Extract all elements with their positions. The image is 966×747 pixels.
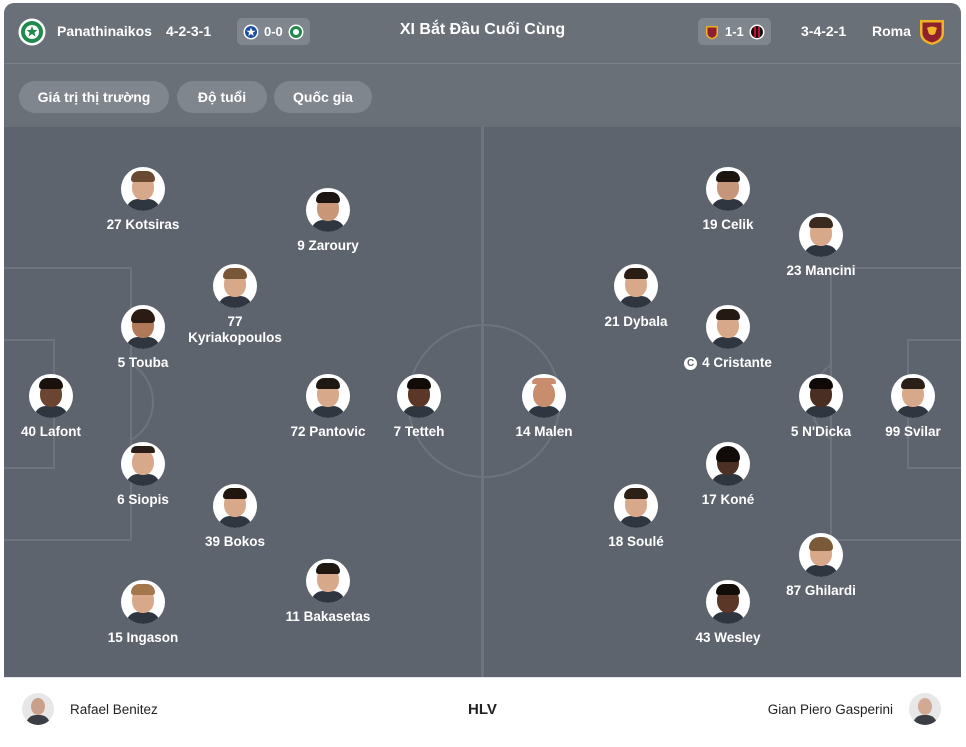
- home-team-name[interactable]: Panathinaikos: [57, 23, 152, 39]
- filter-bar: Giá trị thị trường Độ tuổi Quốc gia: [4, 63, 961, 127]
- away-last-score: 1-1: [725, 24, 744, 39]
- player-photo: [706, 580, 750, 624]
- milan-crest-icon: [749, 24, 765, 39]
- filter-age-button[interactable]: Độ tuổi: [177, 81, 267, 113]
- away-player[interactable]: 99 Svilar: [838, 374, 961, 440]
- home-coach-name[interactable]: Rafael Benitez: [70, 702, 158, 717]
- home-player[interactable]: 40 Lafont: [4, 374, 126, 440]
- player-photo: [121, 442, 165, 486]
- player-photo: [306, 559, 350, 603]
- away-player[interactable]: 23 Mancini: [746, 213, 896, 279]
- away-coach-name[interactable]: Gian Piero Gasperini: [768, 702, 893, 717]
- home-coach-avatar: [22, 693, 54, 725]
- home-player[interactable]: 9 Zaroury: [253, 188, 403, 254]
- away-team-name[interactable]: Roma: [872, 23, 911, 39]
- player-label: 40 Lafont: [20, 424, 81, 439]
- player-label: 27 Kotsiras: [106, 217, 180, 232]
- lineup-panel: Panathinaikos 4-2-3-1 0-0 XI Bắt Đầu Cuố…: [4, 3, 961, 744]
- away-formation: 3-4-2-1: [801, 23, 847, 39]
- match-header: Panathinaikos 4-2-3-1 0-0 XI Bắt Đầu Cuố…: [4, 3, 961, 63]
- filter-nationality-button[interactable]: Quốc gia: [274, 81, 372, 113]
- player-photo: [397, 374, 441, 418]
- player-photo: [121, 580, 165, 624]
- player-label: C 4 Cristante: [653, 355, 803, 371]
- player-photo: [213, 264, 257, 308]
- away-coach-avatar: [909, 693, 941, 725]
- roma-mini-crest-icon: [706, 25, 718, 39]
- player-label: 39 Bokos: [204, 534, 266, 549]
- player-photo: [706, 167, 750, 211]
- player-photo: [121, 167, 165, 211]
- player-label: 11 Bakasetas: [285, 609, 371, 624]
- home-last-result[interactable]: 0-0: [237, 18, 310, 45]
- away-player[interactable]: 43 Wesley: [653, 580, 803, 646]
- player-photo: [614, 484, 658, 528]
- atromitos-crest-icon: [243, 24, 259, 39]
- home-last-score: 0-0: [264, 24, 283, 39]
- home-player[interactable]: 5 Touba: [68, 305, 218, 371]
- player-label-text: 4 Cristante: [702, 355, 772, 370]
- captain-badge-icon: C: [684, 357, 698, 370]
- player-photo: [306, 188, 350, 232]
- coaches-row: Rafael Benitez HLV Gian Piero Gasperini: [4, 677, 961, 744]
- player-label: 15 Ingason: [107, 630, 179, 645]
- player-photo: [799, 213, 843, 257]
- home-player[interactable]: 11 Bakasetas: [253, 559, 403, 625]
- home-formation: 4-2-3-1: [166, 23, 212, 39]
- home-player[interactable]: 39 Bokos: [160, 484, 310, 550]
- panathinaikos-mini-crest-icon: [288, 24, 304, 39]
- away-player[interactable]: C 4 Cristante: [653, 305, 803, 371]
- player-label: 43 Wesley: [695, 630, 761, 645]
- away-player[interactable]: 18 Soulé: [561, 484, 711, 550]
- player-photo: [614, 264, 658, 308]
- player-label: 99 Svilar: [885, 424, 941, 439]
- player-photo: [706, 442, 750, 486]
- player-label: 18 Soulé: [608, 534, 664, 549]
- player-photo: [522, 374, 566, 418]
- home-player[interactable]: 15 Ingason: [68, 580, 218, 646]
- home-player[interactable]: 27 Kotsiras: [68, 167, 218, 233]
- player-label: 14 Malen: [515, 424, 573, 439]
- player-photo: [213, 484, 257, 528]
- pitch: 27 Kotsiras 9 Zaroury 77 Kyriakopoulos 5…: [4, 127, 961, 677]
- away-player[interactable]: 14 Malen: [469, 374, 619, 440]
- panathinaikos-crest-icon[interactable]: [18, 18, 46, 46]
- roma-crest-icon[interactable]: [918, 18, 946, 46]
- player-photo: [891, 374, 935, 418]
- player-photo: [121, 305, 165, 349]
- player-label: 5 Touba: [117, 355, 169, 370]
- player-photo: [799, 533, 843, 577]
- player-label: 9 Zaroury: [297, 238, 359, 253]
- away-last-result[interactable]: 1-1: [698, 18, 771, 45]
- filter-market-value-button[interactable]: Giá trị thị trường: [19, 81, 169, 113]
- player-photo: [706, 305, 750, 349]
- player-label: 23 Mancini: [786, 263, 856, 278]
- player-photo: [799, 374, 843, 418]
- player-photo: [29, 374, 73, 418]
